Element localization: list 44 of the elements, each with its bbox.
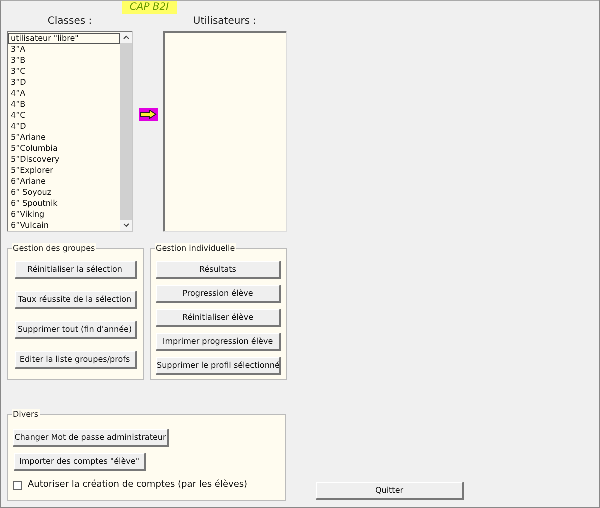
users-list[interactable] xyxy=(163,31,287,232)
list-item[interactable]: 5°Discovery xyxy=(8,154,120,165)
app-title: CAP B2I xyxy=(122,1,178,14)
list-item[interactable]: 6° Soyouz xyxy=(8,187,120,198)
list-label: Utilisateurs : xyxy=(193,15,257,29)
panel-title: Gestion des groupes xyxy=(12,243,96,254)
scrollbar[interactable] xyxy=(120,32,132,231)
action-button[interactable]: Editer la liste groupes/profs xyxy=(14,351,136,369)
action-button[interactable]: Progression élève xyxy=(156,285,281,303)
panel-title: Gestion individuelle xyxy=(155,243,236,254)
panel-title: Divers xyxy=(12,409,40,420)
list-item[interactable]: 3°D xyxy=(8,77,120,88)
action-button[interactable]: Supprimer tout (fin d'année) xyxy=(14,321,136,339)
list-item[interactable]: 4°C xyxy=(8,110,120,121)
list-item[interactable]: utilisateur "libre" xyxy=(8,33,120,44)
list-item[interactable]: 5°Explorer xyxy=(8,165,120,176)
list-item[interactable]: 3°A xyxy=(8,44,120,55)
action-button[interactable]: Imprimer progression élève xyxy=(156,333,281,351)
list-item[interactable]: 5°Ariane xyxy=(8,132,120,143)
list-item[interactable]: 6°Vulcain xyxy=(8,220,120,231)
action-button[interactable]: Taux réussite de la sélection xyxy=(14,291,136,309)
action-button[interactable]: Importer des comptes "élève" xyxy=(14,453,146,471)
transfer-button[interactable] xyxy=(138,108,158,121)
arrow-icon xyxy=(140,110,156,119)
action-button[interactable]: Réinitialiser élève xyxy=(156,309,281,327)
list-item[interactable]: 6°Ariane xyxy=(8,176,120,187)
list-item[interactable]: 6°Viking xyxy=(8,209,120,220)
quit-button[interactable]: Quitter xyxy=(316,482,464,500)
list-item[interactable]: 4°A xyxy=(8,88,120,99)
action-button[interactable]: Résultats xyxy=(156,261,281,279)
action-button[interactable]: Supprimer le profil sélectionné xyxy=(156,357,281,375)
list-item[interactable]: 4°B xyxy=(8,99,120,110)
scroll-up-icon[interactable] xyxy=(122,35,130,40)
list-item[interactable]: 4°D xyxy=(8,121,120,132)
classes-list[interactable]: utilisateur "libre" 3°A 3°B 3°C 3°D 4°A 4°B 4°C 4°D 5°Ariane 5°Columbia 5°Discovery 5°Explorer 6°Ariane 6° Soyouz 6° Spoutnik 6°Viking 6°Vulcain xyxy=(7,31,133,232)
list-item[interactable]: 3°C xyxy=(8,66,120,77)
list-label: Classes : xyxy=(48,15,92,29)
scroll-down-icon[interactable] xyxy=(122,223,130,228)
checkbox[interactable] xyxy=(13,480,22,490)
action-button[interactable]: Réinitialiser la sélection xyxy=(14,261,136,279)
list-item[interactable]: 6° Spoutnik xyxy=(8,198,120,209)
action-button[interactable]: Changer Mot de passe administrateur xyxy=(13,429,169,447)
list-item[interactable]: 3°B xyxy=(8,55,120,66)
list-item[interactable]: 5°Columbia xyxy=(8,143,120,154)
